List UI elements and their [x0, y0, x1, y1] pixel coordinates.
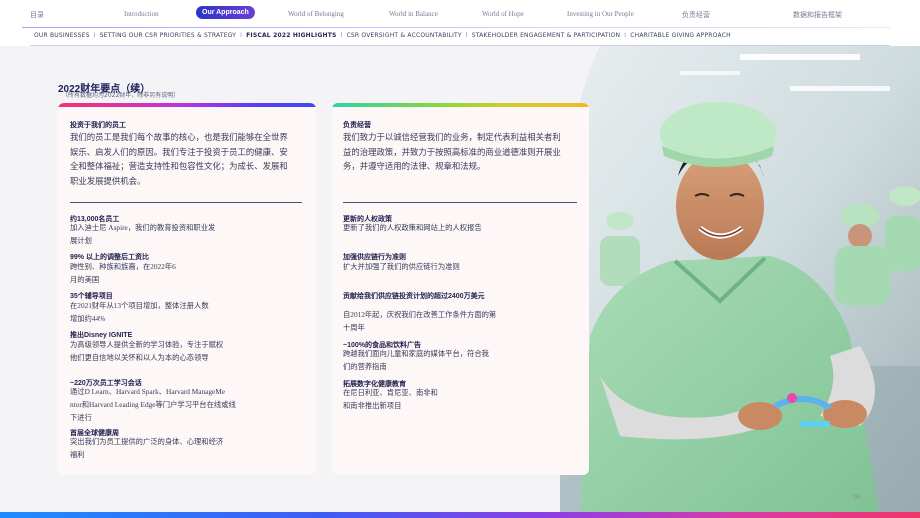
invest-in-people-card: 投资于我们的员工 我们的员工是我们每个故事的核心，也是我们能够在全世界 娱乐、启… [58, 103, 316, 475]
nav-item-contents[interactable]: 目录 [30, 10, 44, 20]
bottom-gradient-strip [0, 512, 920, 518]
card-intro: 我们致力于以诚信经营我们的业务，制定代表利益相关者利 益的治理政策，并致力于按照… [343, 133, 561, 171]
card-divider [70, 202, 302, 203]
stat-text: 突出我们为员工提供的广泛的身体、心理和经济 福利 [70, 437, 224, 459]
sub-navigation: OUR BUSINESSES I SETTING OUR CSR PRIORIT… [0, 28, 920, 46]
stat-text: 加入迪士尼 Aspire，我们的教育投资和职业发 展计划 [70, 223, 216, 245]
nav-item-our-approach[interactable]: Our Approach [196, 6, 255, 19]
stat-heading: 贡献给我们供应链投资计划的超过2400万美元 [343, 293, 485, 300]
stat-text: 在2021财年从13个项目增加，整体注册人数 增加约44% [70, 301, 209, 323]
card-heading: 负责经营 [343, 122, 371, 129]
page-number: 08 [853, 493, 860, 501]
card-accent-bar [58, 103, 316, 107]
card-heading: 投资于我们的员工 [70, 122, 126, 129]
page-subtitle: （所有数据均为2022财年，除非另有说明） [62, 92, 180, 99]
subnav-csr-oversight[interactable]: CSR OVERSIGHT & ACCOUNTABILITY [343, 32, 466, 39]
card-accent-bar [332, 103, 589, 107]
stat-text: 跨性别、种族和族裔，在2022年6 月的美国 [70, 262, 176, 284]
subnav-our-businesses[interactable]: OUR BUSINESSES [30, 32, 94, 39]
nav-item-world-in-balance[interactable]: World in Balance [389, 10, 438, 18]
nav-item-responsible-operations[interactable]: 负责经营 [682, 10, 710, 20]
stat-text: 自2012年起，庆祝我们在改善工作条件方面的第 十周年 [343, 310, 497, 332]
nav-item-investing-in-our-people[interactable]: Investing in Our People [567, 10, 634, 18]
nav-item-world-of-hope[interactable]: World of Hope [482, 10, 524, 18]
nav-item-world-of-belonging[interactable]: World of Belonging [288, 10, 344, 18]
stat-text: 扩大并加强了我们的供应链行为准则 [343, 262, 460, 271]
subnav-stakeholder-engagement[interactable]: STAKEHOLDER ENGAGEMENT & PARTICIPATION [468, 32, 624, 39]
stat-text: 为高级领导人提供全新的学习体验，专注于赋权 他们更自信地以关怀和以人为本的心态领导 [70, 340, 224, 362]
card-divider [343, 202, 577, 203]
subnav-charitable-giving[interactable]: CHARITABLE GIVING APPROACH [626, 32, 735, 39]
stat-text: 通过D Learn、Harvard Spark、Harvard ManageMe… [70, 387, 236, 422]
stat-text: 更新了我们的人权政策和网站上的人权报告 [343, 223, 482, 232]
nav-item-introduction[interactable]: Introduction [124, 10, 159, 18]
nav-item-data-reporting[interactable]: 数据和报告框架 [793, 10, 842, 20]
subnav-fiscal-highlights[interactable]: FISCAL 2022 HIGHLIGHTS [242, 32, 340, 39]
top-navigation: 目录 Introduction Our Approach World of Be… [0, 0, 920, 28]
stat-text: 在尼日利亚、肯尼亚、南非和 和南非推出新项目 [343, 388, 438, 410]
card-intro: 我们的员工是我们每个故事的核心，也是我们能够在全世界 娱乐、启发人们的原因。我们… [70, 133, 288, 186]
responsible-operations-card: 负责经营 我们致力于以诚信经营我们的业务，制定代表利益相关者利 益的治理政策，并… [332, 103, 589, 475]
stat-text: 跨越我们面向儿童和家庭的媒体平台，符合我 们的营养指南 [343, 349, 489, 371]
worker-photo [560, 46, 920, 518]
subnav-csr-priorities[interactable]: SETTING OUR CSR PRIORITIES & STRATEGY [96, 32, 241, 39]
